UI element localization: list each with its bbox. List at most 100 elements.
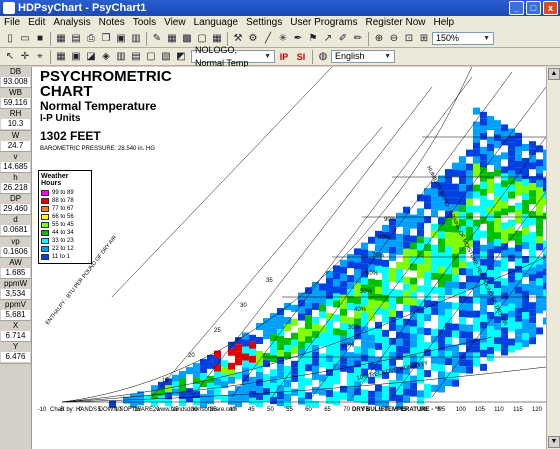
heatmap-cell xyxy=(235,386,242,394)
copy-icon[interactable]: ❐ xyxy=(99,32,113,46)
heatmap-cell xyxy=(333,286,340,294)
heatmap-cell xyxy=(452,372,459,380)
heatmap-cell xyxy=(501,257,508,265)
display-icon[interactable]: ▢ xyxy=(144,50,158,64)
fill-icon[interactable]: ▥ xyxy=(114,50,128,64)
menu-help[interactable]: Help xyxy=(430,16,459,30)
heatmap-cell xyxy=(235,344,242,352)
open-icon[interactable]: ▭ xyxy=(18,32,32,46)
minimize-button[interactable]: _ xyxy=(509,1,524,15)
language-combo[interactable]: English ▼ xyxy=(331,50,395,63)
heatmap-cell xyxy=(382,294,389,302)
heatmap-cell xyxy=(305,364,312,372)
notes-icon[interactable]: ✎ xyxy=(150,32,164,46)
heatmap-cell xyxy=(347,331,354,339)
layers-icon[interactable]: ◈ xyxy=(99,50,113,64)
heatmap-cell xyxy=(459,198,466,206)
doc-icon[interactable]: ▥ xyxy=(129,32,143,46)
heatmap-cell xyxy=(438,217,445,225)
save-icon[interactable]: ■ xyxy=(33,32,47,46)
crosshair-icon[interactable]: ✛ xyxy=(18,50,32,64)
heatmap-cell xyxy=(263,381,270,389)
heatmap-cell xyxy=(151,392,158,400)
si-units-button[interactable]: SI xyxy=(293,50,309,64)
heatmap-cell xyxy=(410,319,417,327)
chart-type-combo[interactable]: NOLOGO, Normal Temp ▼ xyxy=(191,45,275,68)
reset-icon[interactable]: ⌖ xyxy=(33,50,47,64)
chart-subtitle: Normal Temperature xyxy=(40,99,157,113)
marker-icon[interactable]: ✐ xyxy=(336,32,350,46)
grid-icon[interactable]: ▩ xyxy=(180,32,194,46)
heatmap-cell xyxy=(319,381,326,389)
heatmap-cell xyxy=(410,389,417,397)
readout-label: AW xyxy=(9,257,22,267)
heatmap-cell xyxy=(396,317,403,325)
chart-view-icon[interactable]: ▦ xyxy=(54,50,68,64)
export-icon[interactable]: ▣ xyxy=(114,32,128,46)
zoom-combo[interactable]: 150% ▼ xyxy=(432,32,494,45)
scroll-down-icon[interactable]: ▼ xyxy=(548,436,560,448)
print-preview-icon[interactable]: ▤ xyxy=(69,32,83,46)
scroll-up-icon[interactable]: ▲ xyxy=(548,68,560,80)
heatmap-cell xyxy=(375,300,382,308)
heatmap-cell xyxy=(368,306,375,314)
menu-view[interactable]: View xyxy=(160,16,190,30)
maximize-button[interactable]: □ xyxy=(526,1,541,15)
clipboard-icon[interactable]: ▧ xyxy=(159,50,173,64)
heatmap-cell xyxy=(445,225,452,233)
ip-units-button[interactable]: IP xyxy=(276,50,292,64)
draw-line-icon[interactable]: ╱ xyxy=(261,32,275,46)
eraser-icon[interactable]: ◪ xyxy=(84,50,98,64)
palette-icon[interactable]: ◩ xyxy=(174,50,188,64)
heatmap-cell xyxy=(326,319,333,327)
new-icon[interactable]: ▯ xyxy=(3,32,17,46)
table-icon[interactable]: ▦ xyxy=(165,32,179,46)
readout-label: X xyxy=(12,321,19,331)
readout-label: DP xyxy=(9,194,22,204)
psychrometric-chart-canvas[interactable]: -10 -5 0 5 10 15 20 25 30 35 40 45 50 55 60 65 70 75 80 85 9… xyxy=(32,67,546,449)
readout-aw: AW 1.685 xyxy=(0,258,31,279)
menu-edit[interactable]: Edit xyxy=(24,16,49,30)
heatmap-cell xyxy=(403,388,410,396)
heatmap-cell xyxy=(340,392,347,400)
heatmap-cell xyxy=(487,354,494,361)
menu-user-programs[interactable]: User Programs xyxy=(286,16,361,30)
menu-analysis[interactable]: Analysis xyxy=(49,16,94,30)
pointer-icon[interactable]: ↖ xyxy=(3,50,17,64)
readout-value: 0.0681 xyxy=(1,225,30,236)
readout-w: W 24.7 xyxy=(0,131,31,152)
properties-icon[interactable]: ▤ xyxy=(129,50,143,64)
heatmap-cell xyxy=(277,343,284,351)
heatmap-cell xyxy=(417,348,424,356)
zoom-area-icon[interactable]: ⊡ xyxy=(402,32,416,46)
pen-icon[interactable]: ✒ xyxy=(291,32,305,46)
menu-register-now[interactable]: Register Now xyxy=(361,16,429,30)
chart-icon[interactable]: ▦ xyxy=(54,32,68,46)
sparkle-icon[interactable]: ✳ xyxy=(276,32,290,46)
heatmap-cell xyxy=(382,287,389,295)
zoom-fit-icon[interactable]: ⊞ xyxy=(417,32,431,46)
heatmap-cell xyxy=(459,331,466,339)
close-button[interactable]: x xyxy=(543,1,558,15)
heatmap-cell xyxy=(445,253,452,261)
heatmap-cell xyxy=(515,321,522,329)
menu-file[interactable]: File xyxy=(0,16,24,30)
flag-icon[interactable]: ⚑ xyxy=(306,32,320,46)
image-icon[interactable]: ▣ xyxy=(69,50,83,64)
vertical-scrollbar[interactable]: ▲ ▼ xyxy=(546,67,560,449)
arrow-icon[interactable]: ↗ xyxy=(321,32,335,46)
zoom-out-icon[interactable]: ⊖ xyxy=(387,32,401,46)
menu-tools[interactable]: Tools xyxy=(129,16,160,30)
zoom-in-icon[interactable]: ⊕ xyxy=(372,32,386,46)
heatmap-cell xyxy=(466,191,473,199)
menu-settings[interactable]: Settings xyxy=(242,16,286,30)
heatmap-cell xyxy=(480,300,487,308)
menu-notes[interactable]: Notes xyxy=(95,16,129,30)
heatmap-cell xyxy=(354,262,361,270)
print-icon[interactable]: ⎙ xyxy=(84,32,98,46)
menu-language[interactable]: Language xyxy=(190,16,243,30)
wand-icon[interactable]: ✏ xyxy=(351,32,365,46)
heatmap-cell xyxy=(417,264,424,272)
readout-ppmv: ppmV 5,681 xyxy=(0,300,31,322)
legend-label: 44 to 34 xyxy=(52,230,74,236)
